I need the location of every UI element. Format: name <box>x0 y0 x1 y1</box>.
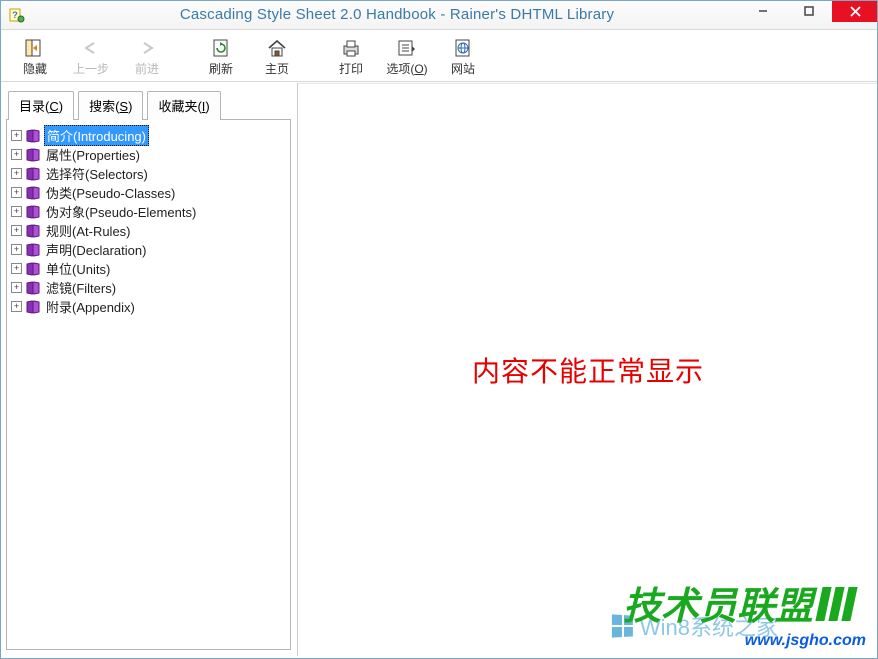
book-icon <box>25 186 41 200</box>
tree-item-label: 简介(Introducing) <box>44 125 149 146</box>
tree-item-label: 伪类(Pseudo-Classes) <box>44 183 177 202</box>
home-button[interactable]: 主页 <box>250 33 304 81</box>
tree-item[interactable]: + 规则(At-Rules) <box>11 221 286 240</box>
expand-icon[interactable]: + <box>11 206 22 217</box>
tab-search[interactable]: 搜索(S) <box>78 91 143 120</box>
tree-item[interactable]: + 附录(Appendix) <box>11 297 286 316</box>
globe-page-icon <box>452 37 474 59</box>
help-app-icon: ? <box>8 6 26 24</box>
forward-arrow-icon <box>136 37 158 59</box>
maximize-button[interactable] <box>786 0 832 22</box>
expand-icon[interactable]: + <box>11 168 22 179</box>
watermark-url: www.jsgho.com <box>745 632 866 650</box>
tree-item-label: 附录(Appendix) <box>44 297 137 316</box>
print-icon <box>340 37 362 59</box>
book-icon <box>25 262 41 276</box>
contents-tree[interactable]: + 简介(Introducing) + 属性(Properties) + 选择符(Sele… <box>6 119 291 650</box>
content-pane: 内容不能正常显示 Win8系统之家 技术员联盟 www.jsgho.com <box>298 83 878 656</box>
hide-icon <box>24 37 46 59</box>
window-caption-buttons <box>740 0 878 22</box>
nav-tabs: 目录(C) 搜索(S) 收藏夹(I) <box>6 87 291 120</box>
book-icon <box>25 167 41 181</box>
book-icon <box>25 129 41 143</box>
tree-item-label: 伪对象(Pseudo-Elements) <box>44 202 198 221</box>
close-button[interactable] <box>832 0 878 22</box>
tree-item[interactable]: + 单位(Units) <box>11 259 286 278</box>
book-icon <box>25 281 41 295</box>
expand-icon[interactable]: + <box>11 225 22 236</box>
watermark-brand: 技术员联盟 <box>623 575 854 630</box>
home-icon <box>266 37 288 59</box>
tree-item-label: 滤镜(Filters) <box>44 278 118 297</box>
tab-contents[interactable]: 目录(C) <box>8 91 74 120</box>
hide-pane-button[interactable]: 隐藏 <box>8 33 62 81</box>
svg-text:?: ? <box>12 10 18 20</box>
expand-icon[interactable]: + <box>11 301 22 312</box>
tree-item[interactable]: + 声明(Declaration) <box>11 240 286 259</box>
tree-item[interactable]: + 简介(Introducing) <box>11 126 286 145</box>
titlebar: ? Cascading Style Sheet 2.0 Handbook - R… <box>0 0 878 30</box>
toolbar: 隐藏 上一步 前进 刷新 主页 打印 选项(O) 网站 <box>0 30 878 82</box>
print-button[interactable]: 打印 <box>324 33 378 81</box>
book-icon <box>25 243 41 257</box>
tree-item[interactable]: + 滤镜(Filters) <box>11 278 286 297</box>
refresh-icon <box>210 37 232 59</box>
body-area: 目录(C) 搜索(S) 收藏夹(I) + 简介(Introducing) + 属性(P… <box>0 82 878 656</box>
tree-item[interactable]: + 伪类(Pseudo-Classes) <box>11 183 286 202</box>
content-error-message: 内容不能正常显示 <box>472 350 704 390</box>
expand-icon[interactable]: + <box>11 149 22 160</box>
website-button[interactable]: 网站 <box>436 33 490 81</box>
navigation-pane: 目录(C) 搜索(S) 收藏夹(I) + 简介(Introducing) + 属性(P… <box>0 83 298 656</box>
options-icon <box>396 37 418 59</box>
expand-icon[interactable]: + <box>11 263 22 274</box>
tab-favorites[interactable]: 收藏夹(I) <box>147 91 220 120</box>
book-icon <box>25 300 41 314</box>
tree-item[interactable]: + 伪对象(Pseudo-Elements) <box>11 202 286 221</box>
tree-item-label: 属性(Properties) <box>44 145 142 164</box>
minimize-button[interactable] <box>740 0 786 22</box>
expand-icon[interactable]: + <box>11 244 22 255</box>
tree-item-label: 规则(At-Rules) <box>44 221 133 240</box>
tree-item-label: 声明(Declaration) <box>44 240 148 259</box>
tree-item[interactable]: + 选择符(Selectors) <box>11 164 286 183</box>
expand-icon[interactable]: + <box>11 130 22 141</box>
back-button[interactable]: 上一步 <box>64 33 118 81</box>
expand-icon[interactable]: + <box>11 187 22 198</box>
options-button[interactable]: 选项(O) <box>380 33 434 81</box>
forward-button[interactable]: 前进 <box>120 33 174 81</box>
tree-item-label: 单位(Units) <box>44 259 112 278</box>
book-icon <box>25 148 41 162</box>
book-icon <box>25 224 41 238</box>
book-icon <box>25 205 41 219</box>
expand-icon[interactable]: + <box>11 282 22 293</box>
tree-item-label: 选择符(Selectors) <box>44 164 150 183</box>
tree-item[interactable]: + 属性(Properties) <box>11 145 286 164</box>
back-arrow-icon <box>80 37 102 59</box>
refresh-button[interactable]: 刷新 <box>194 33 248 81</box>
